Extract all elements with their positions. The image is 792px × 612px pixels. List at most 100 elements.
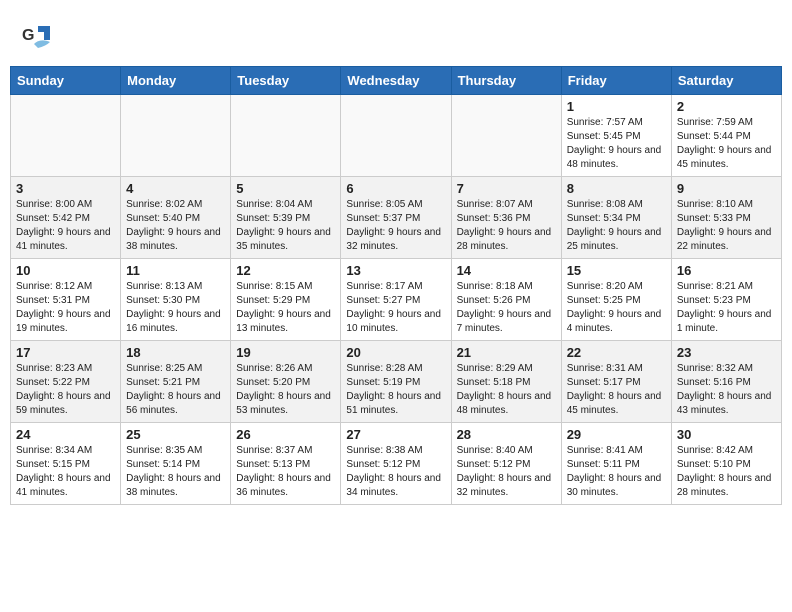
day-info: Sunrise: 8:38 AM Sunset: 5:12 PM Dayligh… xyxy=(346,444,445,500)
weekday-header-friday: Friday xyxy=(561,67,671,95)
calendar-week-row: 17Sunrise: 8:23 AM Sunset: 5:22 PM Dayli… xyxy=(11,341,782,423)
calendar-week-row: 10 Sunrise: 8:12 AM Sunset: 5:31 PM Dayli… xyxy=(11,259,782,341)
day-number: 27 xyxy=(346,427,445,442)
weekday-header-row: SundayMondayTuesdayWednesdayThursdayFrid… xyxy=(11,67,782,95)
calendar-day-cell: 18 Sunrise: 8:25 AM Sunset: 5:21 PM Dayli… xyxy=(121,341,231,423)
day-info: Sunrise: 8:07 AM Sunset: 5:36 PM Dayligh… xyxy=(457,198,556,254)
day-info: Sunrise: 8:08 AM Sunset: 5:34 PM Dayligh… xyxy=(567,198,666,254)
day-info: Sunrise: 8:23 AM Sunset: 5:22 PM Dayligh… xyxy=(16,362,115,418)
day-info: Sunrise: 8:00 AM Sunset: 5:42 PM Dayligh… xyxy=(16,198,115,254)
day-info: Sunrise: 8:20 AM Sunset: 5:25 PM Dayligh… xyxy=(567,280,666,336)
calendar-day-cell: 7 Sunrise: 8:07 AM Sunset: 5:36 PM Daylig… xyxy=(451,177,561,259)
logo-icon: G xyxy=(20,18,58,56)
calendar-day-cell: 27 Sunrise: 8:38 AM Sunset: 5:12 PM Dayli… xyxy=(341,423,451,505)
day-info: Sunrise: 8:26 AM Sunset: 5:20 PM Dayligh… xyxy=(236,362,335,418)
day-info: Sunrise: 8:31 AM Sunset: 5:17 PM Dayligh… xyxy=(567,362,666,418)
day-info: Sunrise: 8:21 AM Sunset: 5:23 PM Dayligh… xyxy=(677,280,776,336)
day-number: 8 xyxy=(567,181,666,196)
calendar-day-cell: 17Sunrise: 8:23 AM Sunset: 5:22 PM Dayli… xyxy=(11,341,121,423)
day-number: 24 xyxy=(16,427,115,442)
day-number: 3 xyxy=(16,181,115,196)
weekday-header-wednesday: Wednesday xyxy=(341,67,451,95)
day-number: 6 xyxy=(346,181,445,196)
calendar-day-cell xyxy=(231,95,341,177)
day-number: 5 xyxy=(236,181,335,196)
calendar-week-row: 1 Sunrise: 7:57 AM Sunset: 5:45 PM Daylig… xyxy=(11,95,782,177)
calendar-day-cell: 25Sunrise: 8:35 AM Sunset: 5:14 PM Dayli… xyxy=(121,423,231,505)
day-number: 21 xyxy=(457,345,556,360)
day-number: 4 xyxy=(126,181,225,196)
calendar-table: SundayMondayTuesdayWednesdayThursdayFrid… xyxy=(10,66,782,505)
calendar-day-cell: 1 Sunrise: 7:57 AM Sunset: 5:45 PM Daylig… xyxy=(561,95,671,177)
day-info: Sunrise: 8:32 AM Sunset: 5:16 PM Dayligh… xyxy=(677,362,776,418)
weekday-header-saturday: Saturday xyxy=(671,67,781,95)
day-info: Sunrise: 7:59 AM Sunset: 5:44 PM Dayligh… xyxy=(677,116,776,172)
day-number: 30 xyxy=(677,427,776,442)
calendar-day-cell: 30 Sunrise: 8:42 AM Sunset: 5:10 PM Dayli… xyxy=(671,423,781,505)
calendar-day-cell: 9Sunrise: 8:10 AM Sunset: 5:33 PM Daylig… xyxy=(671,177,781,259)
day-info: Sunrise: 8:25 AM Sunset: 5:21 PM Dayligh… xyxy=(126,362,225,418)
day-info: Sunrise: 8:15 AM Sunset: 5:29 PM Dayligh… xyxy=(236,280,335,336)
day-number: 1 xyxy=(567,99,666,114)
calendar-day-cell: 22 Sunrise: 8:31 AM Sunset: 5:17 PM Dayli… xyxy=(561,341,671,423)
day-info: Sunrise: 8:41 AM Sunset: 5:11 PM Dayligh… xyxy=(567,444,666,500)
calendar-day-cell xyxy=(341,95,451,177)
day-info: Sunrise: 8:28 AM Sunset: 5:19 PM Dayligh… xyxy=(346,362,445,418)
logo: G xyxy=(20,18,62,56)
day-number: 12 xyxy=(236,263,335,278)
calendar-week-row: 3 Sunrise: 8:00 AM Sunset: 5:42 PM Daylig… xyxy=(11,177,782,259)
day-info: Sunrise: 8:42 AM Sunset: 5:10 PM Dayligh… xyxy=(677,444,776,500)
day-number: 14 xyxy=(457,263,556,278)
calendar-day-cell: 23 Sunrise: 8:32 AM Sunset: 5:16 PM Dayli… xyxy=(671,341,781,423)
day-number: 18 xyxy=(126,345,225,360)
day-number: 15 xyxy=(567,263,666,278)
day-info: Sunrise: 8:05 AM Sunset: 5:37 PM Dayligh… xyxy=(346,198,445,254)
weekday-header-thursday: Thursday xyxy=(451,67,561,95)
day-info: Sunrise: 8:40 AM Sunset: 5:12 PM Dayligh… xyxy=(457,444,556,500)
day-number: 22 xyxy=(567,345,666,360)
day-number: 10 xyxy=(16,263,115,278)
day-info: Sunrise: 8:13 AM Sunset: 5:30 PM Dayligh… xyxy=(126,280,225,336)
day-number: 7 xyxy=(457,181,556,196)
weekday-header-sunday: Sunday xyxy=(11,67,121,95)
day-number: 20 xyxy=(346,345,445,360)
calendar-day-cell: 16 Sunrise: 8:21 AM Sunset: 5:23 PM Dayli… xyxy=(671,259,781,341)
weekday-header-monday: Monday xyxy=(121,67,231,95)
calendar-day-cell xyxy=(121,95,231,177)
calendar-day-cell: 8 Sunrise: 8:08 AM Sunset: 5:34 PM Daylig… xyxy=(561,177,671,259)
day-number: 29 xyxy=(567,427,666,442)
calendar-day-cell: 15 Sunrise: 8:20 AM Sunset: 5:25 PM Dayli… xyxy=(561,259,671,341)
day-number: 26 xyxy=(236,427,335,442)
day-info: Sunrise: 8:37 AM Sunset: 5:13 PM Dayligh… xyxy=(236,444,335,500)
day-info: Sunrise: 8:10 AM Sunset: 5:33 PM Dayligh… xyxy=(677,198,776,254)
calendar-day-cell: 6 Sunrise: 8:05 AM Sunset: 5:37 PM Daylig… xyxy=(341,177,451,259)
calendar-day-cell: 19 Sunrise: 8:26 AM Sunset: 5:20 PM Dayli… xyxy=(231,341,341,423)
day-info: Sunrise: 7:57 AM Sunset: 5:45 PM Dayligh… xyxy=(567,116,666,172)
calendar-day-cell xyxy=(451,95,561,177)
calendar-day-cell: 4Sunrise: 8:02 AM Sunset: 5:40 PM Daylig… xyxy=(121,177,231,259)
day-info: Sunrise: 8:12 AM Sunset: 5:31 PM Dayligh… xyxy=(16,280,115,336)
day-number: 28 xyxy=(457,427,556,442)
day-number: 11 xyxy=(126,263,225,278)
day-number: 16 xyxy=(677,263,776,278)
calendar-day-cell: 12 Sunrise: 8:15 AM Sunset: 5:29 PM Dayli… xyxy=(231,259,341,341)
calendar-week-row: 24 Sunrise: 8:34 AM Sunset: 5:15 PM Dayli… xyxy=(11,423,782,505)
calendar-day-cell: 29 Sunrise: 8:41 AM Sunset: 5:11 PM Dayli… xyxy=(561,423,671,505)
day-number: 25 xyxy=(126,427,225,442)
day-info: Sunrise: 8:29 AM Sunset: 5:18 PM Dayligh… xyxy=(457,362,556,418)
day-number: 2 xyxy=(677,99,776,114)
calendar-day-cell: 2 Sunrise: 7:59 AM Sunset: 5:44 PM Daylig… xyxy=(671,95,781,177)
svg-text:G: G xyxy=(22,27,34,44)
calendar-day-cell: 10 Sunrise: 8:12 AM Sunset: 5:31 PM Dayli… xyxy=(11,259,121,341)
calendar-day-cell: 13Sunrise: 8:17 AM Sunset: 5:27 PM Dayli… xyxy=(341,259,451,341)
day-number: 19 xyxy=(236,345,335,360)
day-info: Sunrise: 8:34 AM Sunset: 5:15 PM Dayligh… xyxy=(16,444,115,500)
calendar-day-cell: 3 Sunrise: 8:00 AM Sunset: 5:42 PM Daylig… xyxy=(11,177,121,259)
day-info: Sunrise: 8:17 AM Sunset: 5:27 PM Dayligh… xyxy=(346,280,445,336)
day-info: Sunrise: 8:04 AM Sunset: 5:39 PM Dayligh… xyxy=(236,198,335,254)
calendar-day-cell: 21 Sunrise: 8:29 AM Sunset: 5:18 PM Dayli… xyxy=(451,341,561,423)
calendar-day-cell: 14Sunrise: 8:18 AM Sunset: 5:26 PM Dayli… xyxy=(451,259,561,341)
weekday-header-tuesday: Tuesday xyxy=(231,67,341,95)
day-number: 23 xyxy=(677,345,776,360)
calendar-day-cell: 28 Sunrise: 8:40 AM Sunset: 5:12 PM Dayli… xyxy=(451,423,561,505)
